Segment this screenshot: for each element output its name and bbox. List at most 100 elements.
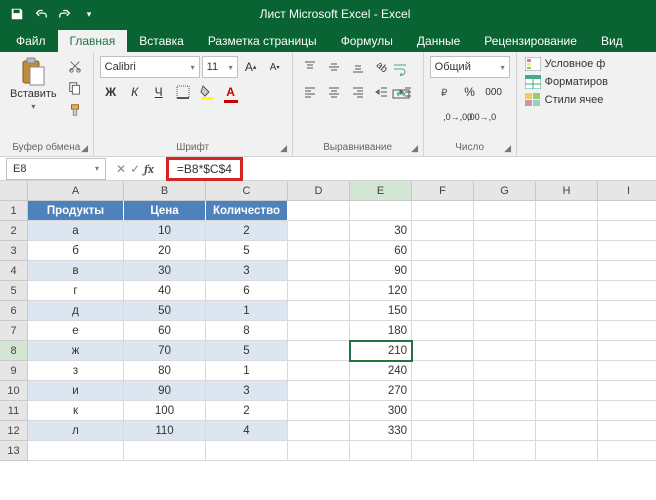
- cell[interactable]: в: [28, 261, 124, 281]
- cell[interactable]: [598, 301, 656, 321]
- row-header[interactable]: 5: [0, 281, 28, 301]
- table-header-cell[interactable]: Продукты: [28, 201, 124, 221]
- cell[interactable]: [474, 221, 536, 241]
- cell[interactable]: 240: [350, 361, 412, 381]
- cell[interactable]: [28, 441, 124, 461]
- tab-insert[interactable]: Вставка: [127, 30, 196, 52]
- accounting-format-icon[interactable]: ₽: [435, 81, 457, 103]
- cell[interactable]: [288, 381, 350, 401]
- cell[interactable]: 110: [124, 421, 206, 441]
- column-header[interactable]: G: [474, 181, 536, 201]
- cell[interactable]: б: [28, 241, 124, 261]
- table-header-cell[interactable]: Цена: [124, 201, 206, 221]
- cell[interactable]: 5: [206, 341, 288, 361]
- alignment-launcher-icon[interactable]: ◢: [409, 142, 421, 154]
- cell[interactable]: [598, 321, 656, 341]
- cell[interactable]: 3: [206, 381, 288, 401]
- cell[interactable]: [412, 421, 474, 441]
- cell[interactable]: 6: [206, 281, 288, 301]
- tab-view[interactable]: Вид: [589, 30, 635, 52]
- tab-review[interactable]: Рецензирование: [472, 30, 589, 52]
- cell[interactable]: [474, 401, 536, 421]
- cell[interactable]: [412, 261, 474, 281]
- cell[interactable]: [598, 201, 656, 221]
- cell[interactable]: [474, 381, 536, 401]
- cell[interactable]: [474, 361, 536, 381]
- row-header[interactable]: 11: [0, 401, 28, 421]
- tab-page-layout[interactable]: Разметка страницы: [196, 30, 329, 52]
- cell[interactable]: а: [28, 221, 124, 241]
- cell[interactable]: [412, 441, 474, 461]
- cell[interactable]: [412, 401, 474, 421]
- row-header[interactable]: 1: [0, 201, 28, 221]
- cell[interactable]: 5: [206, 241, 288, 261]
- cell[interactable]: [288, 361, 350, 381]
- cell[interactable]: 100: [124, 401, 206, 421]
- cell[interactable]: [412, 321, 474, 341]
- cell[interactable]: 20: [124, 241, 206, 261]
- table-header-cell[interactable]: Количество: [206, 201, 288, 221]
- row-header[interactable]: 12: [0, 421, 28, 441]
- cell-styles-button[interactable]: Стили ячее: [523, 92, 606, 108]
- cell[interactable]: [412, 341, 474, 361]
- cell[interactable]: [350, 201, 412, 221]
- cell[interactable]: [474, 261, 536, 281]
- cell[interactable]: 60: [124, 321, 206, 341]
- column-header[interactable]: D: [288, 181, 350, 201]
- cell[interactable]: е: [28, 321, 124, 341]
- cell[interactable]: 40: [124, 281, 206, 301]
- cell[interactable]: [412, 201, 474, 221]
- align-bottom-icon[interactable]: [347, 56, 369, 78]
- column-header[interactable]: H: [536, 181, 598, 201]
- cell[interactable]: [288, 241, 350, 261]
- align-right-icon[interactable]: [347, 81, 369, 103]
- cell[interactable]: [536, 281, 598, 301]
- font-family-combo[interactable]: Calibri▾: [100, 56, 200, 78]
- tab-file[interactable]: Файл: [4, 30, 58, 52]
- column-header[interactable]: A: [28, 181, 124, 201]
- cell[interactable]: [598, 261, 656, 281]
- cell[interactable]: [474, 421, 536, 441]
- format-painter-icon[interactable]: [63, 100, 87, 120]
- cell[interactable]: 270: [350, 381, 412, 401]
- cell[interactable]: [474, 321, 536, 341]
- cell[interactable]: [474, 281, 536, 301]
- conditional-formatting-button[interactable]: Условное ф: [523, 56, 608, 72]
- enter-formula-icon[interactable]: ✓: [130, 162, 140, 176]
- cell[interactable]: [474, 241, 536, 261]
- tab-home[interactable]: Главная: [58, 30, 128, 52]
- row-header[interactable]: 2: [0, 221, 28, 241]
- cell[interactable]: 80: [124, 361, 206, 381]
- cell[interactable]: [536, 301, 598, 321]
- cell[interactable]: [598, 421, 656, 441]
- font-size-combo[interactable]: 11▾: [202, 56, 238, 78]
- cell[interactable]: [536, 321, 598, 341]
- cell[interactable]: 180: [350, 321, 412, 341]
- fill-color-icon[interactable]: [196, 81, 218, 103]
- percent-format-icon[interactable]: %: [459, 81, 481, 103]
- cell[interactable]: [412, 361, 474, 381]
- align-top-icon[interactable]: [299, 56, 321, 78]
- cell[interactable]: д: [28, 301, 124, 321]
- cell[interactable]: [288, 301, 350, 321]
- cell[interactable]: [536, 381, 598, 401]
- decrease-font-icon[interactable]: A▾: [264, 56, 286, 78]
- cell[interactable]: 3: [206, 261, 288, 281]
- cell[interactable]: [412, 241, 474, 261]
- increase-font-icon[interactable]: A▴: [240, 56, 262, 78]
- worksheet-grid[interactable]: ABCDEFGHI1ПродуктыЦенаКоличество2а102303…: [0, 181, 656, 461]
- cell[interactable]: [598, 401, 656, 421]
- cell[interactable]: [536, 201, 598, 221]
- name-box[interactable]: E8▾: [6, 158, 106, 180]
- cell[interactable]: [536, 341, 598, 361]
- cut-icon[interactable]: [63, 56, 87, 76]
- column-header[interactable]: C: [206, 181, 288, 201]
- row-header[interactable]: 3: [0, 241, 28, 261]
- cell[interactable]: [288, 281, 350, 301]
- cell[interactable]: 330: [350, 421, 412, 441]
- cell[interactable]: 8: [206, 321, 288, 341]
- cell[interactable]: [598, 381, 656, 401]
- cell[interactable]: [536, 221, 598, 241]
- cell[interactable]: 70: [124, 341, 206, 361]
- column-header[interactable]: B: [124, 181, 206, 201]
